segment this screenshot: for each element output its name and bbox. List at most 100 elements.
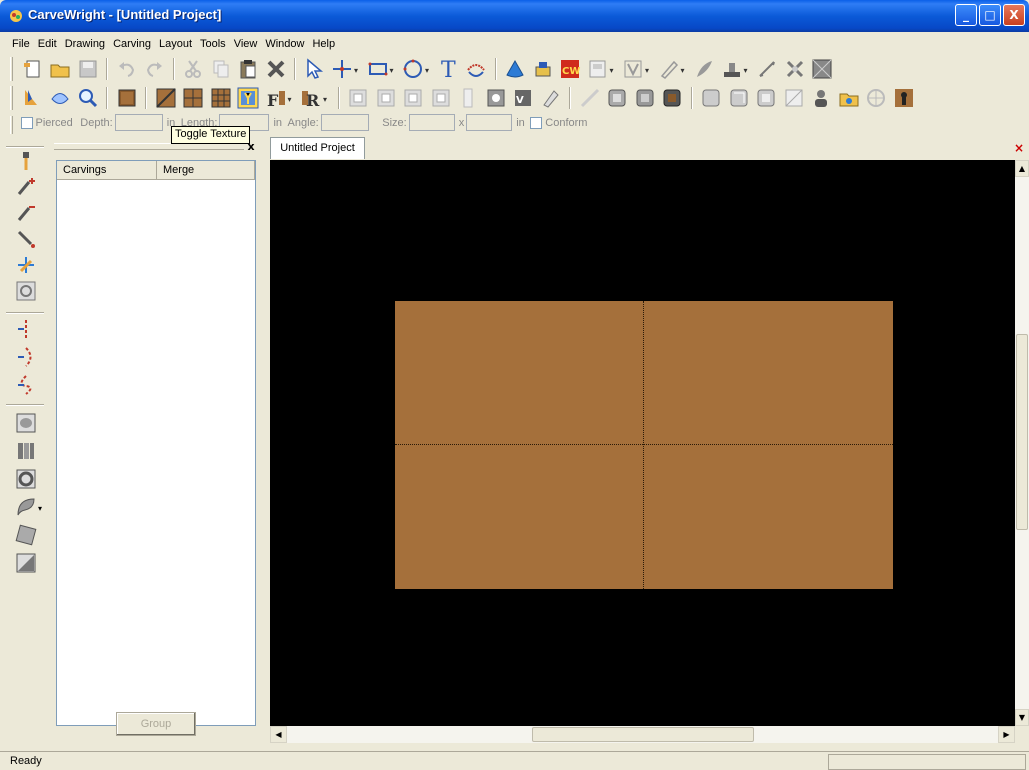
add-point-icon[interactable] xyxy=(15,176,37,198)
cut-icon[interactable] xyxy=(182,58,204,80)
board-slant-icon[interactable] xyxy=(155,87,177,109)
vectric-icon[interactable]: V xyxy=(512,87,534,109)
columns-icon[interactable] xyxy=(15,440,37,462)
menu-view[interactable]: View xyxy=(230,33,262,55)
extrude-icon[interactable] xyxy=(721,58,743,80)
column-header-merge[interactable]: Merge xyxy=(157,161,255,180)
paste-icon[interactable] xyxy=(237,58,259,80)
image-import-icon[interactable] xyxy=(485,87,507,109)
menu-window[interactable]: Window xyxy=(261,33,308,55)
menu-drawing[interactable]: Drawing xyxy=(61,33,109,55)
column-header-carvings[interactable]: Carvings xyxy=(57,161,157,180)
knife-icon[interactable] xyxy=(579,87,601,109)
size-height-field[interactable] xyxy=(466,114,513,131)
menu-tools[interactable]: Tools xyxy=(196,33,230,55)
pierced-checkbox[interactable] xyxy=(20,116,33,129)
cw-logo-icon[interactable]: CW xyxy=(559,58,581,80)
mold-c-icon[interactable] xyxy=(661,87,683,109)
tools-icon[interactable] xyxy=(784,58,806,80)
close-window-button[interactable]: X xyxy=(1003,4,1025,26)
bit-d-icon[interactable] xyxy=(430,87,452,109)
save-icon[interactable] xyxy=(77,58,99,80)
dome-icon[interactable] xyxy=(15,412,37,434)
close-document-icon[interactable]: × xyxy=(1014,141,1024,155)
arc-text-icon[interactable] xyxy=(465,58,487,80)
bit-tool-icon[interactable] xyxy=(15,150,37,172)
group-button[interactable]: Group xyxy=(116,712,196,736)
maximize-button[interactable]: □ xyxy=(979,4,1001,26)
bit-a-icon[interactable] xyxy=(347,87,369,109)
select-arrow-icon[interactable] xyxy=(304,58,326,80)
panel-drag-handle[interactable] xyxy=(54,143,244,150)
profile-a-icon[interactable] xyxy=(700,87,722,109)
horizontal-scrollbar[interactable]: ◀ ▶ xyxy=(270,726,1015,743)
vertical-scrollbar[interactable]: ▲ ▼ xyxy=(1015,160,1029,726)
ring-icon[interactable] xyxy=(15,468,37,490)
pattern-v-icon[interactable] xyxy=(622,58,644,80)
mold-a-icon[interactable] xyxy=(606,87,628,109)
bit-c-icon[interactable] xyxy=(402,87,424,109)
delete-icon[interactable] xyxy=(265,58,287,80)
undo-icon[interactable] xyxy=(116,58,138,80)
menu-file[interactable]: File xyxy=(8,33,34,55)
line-segment-icon[interactable] xyxy=(15,318,37,340)
column-icon[interactable] xyxy=(457,87,479,109)
carvings-list[interactable]: Carvings Merge xyxy=(56,160,256,726)
texture-preview-icon[interactable] xyxy=(811,58,833,80)
emboss-icon[interactable] xyxy=(15,524,37,546)
text-tool-icon[interactable]: T xyxy=(438,58,460,83)
board-grid-icon[interactable] xyxy=(182,87,204,109)
remove-point-icon[interactable] xyxy=(15,202,37,224)
figure-icon[interactable] xyxy=(810,87,832,109)
folder-image-icon[interactable] xyxy=(838,87,860,109)
redo-icon[interactable] xyxy=(143,58,165,80)
fan-icon[interactable] xyxy=(865,87,887,109)
toolbar-grip[interactable] xyxy=(10,57,13,81)
measure-icon[interactable] xyxy=(756,58,778,80)
feather-icon[interactable] xyxy=(693,58,715,80)
keyhole-icon[interactable] xyxy=(893,87,915,109)
scroll-left-icon[interactable]: ◀ xyxy=(270,726,287,743)
trace-icon[interactable] xyxy=(15,254,37,276)
target-icon[interactable] xyxy=(15,280,37,302)
scroll-down-icon[interactable]: ▼ xyxy=(1015,709,1029,726)
slope-icon[interactable] xyxy=(783,87,805,109)
chisel-icon[interactable] xyxy=(540,87,562,109)
menu-layout[interactable]: Layout xyxy=(155,33,196,55)
toolbar-grip[interactable] xyxy=(10,86,13,110)
machine-icon[interactable] xyxy=(532,58,554,80)
arc-segment-icon[interactable] xyxy=(15,346,37,368)
design-canvas[interactable] xyxy=(270,160,1015,726)
board-texture-icon[interactable] xyxy=(116,87,138,109)
line-tool-icon[interactable] xyxy=(331,58,353,80)
menu-help[interactable]: Help xyxy=(308,33,339,55)
curve-segment-icon[interactable] xyxy=(15,374,37,396)
circle-tool-icon[interactable] xyxy=(402,58,424,80)
new-file-icon[interactable] xyxy=(22,58,44,80)
minimize-button[interactable]: _ xyxy=(955,4,977,26)
wood-board[interactable] xyxy=(395,301,893,589)
pen-icon[interactable] xyxy=(658,58,680,80)
vertical-scroll-thumb[interactable] xyxy=(1016,334,1028,530)
select-board-icon[interactable] xyxy=(22,87,44,109)
menu-carving[interactable]: Carving xyxy=(109,33,155,55)
scroll-right-icon[interactable]: ▶ xyxy=(998,726,1015,743)
horizontal-scroll-thumb[interactable] xyxy=(532,727,754,742)
size-width-field[interactable] xyxy=(408,114,455,131)
memory-card-icon[interactable] xyxy=(587,58,609,80)
conform-checkbox[interactable] xyxy=(530,116,543,129)
depth-field[interactable] xyxy=(114,114,163,131)
mold-b-icon[interactable] xyxy=(634,87,656,109)
toggle-texture-icon[interactable] xyxy=(237,87,259,109)
swirl-dropdown-icon[interactable]: ▾ xyxy=(38,504,42,513)
swirl-icon[interactable] xyxy=(15,496,37,518)
copy-icon[interactable] xyxy=(210,58,232,80)
zoom-icon[interactable] xyxy=(77,87,99,109)
bit-b-icon[interactable] xyxy=(375,87,397,109)
open-folder-icon[interactable] xyxy=(49,58,71,80)
angle-field[interactable] xyxy=(320,114,369,131)
front-view-icon[interactable]: F xyxy=(265,87,287,110)
shell-pattern-icon[interactable] xyxy=(504,58,526,80)
rectangle-tool-icon[interactable] xyxy=(367,58,389,80)
rotate-view-icon[interactable] xyxy=(49,87,71,109)
